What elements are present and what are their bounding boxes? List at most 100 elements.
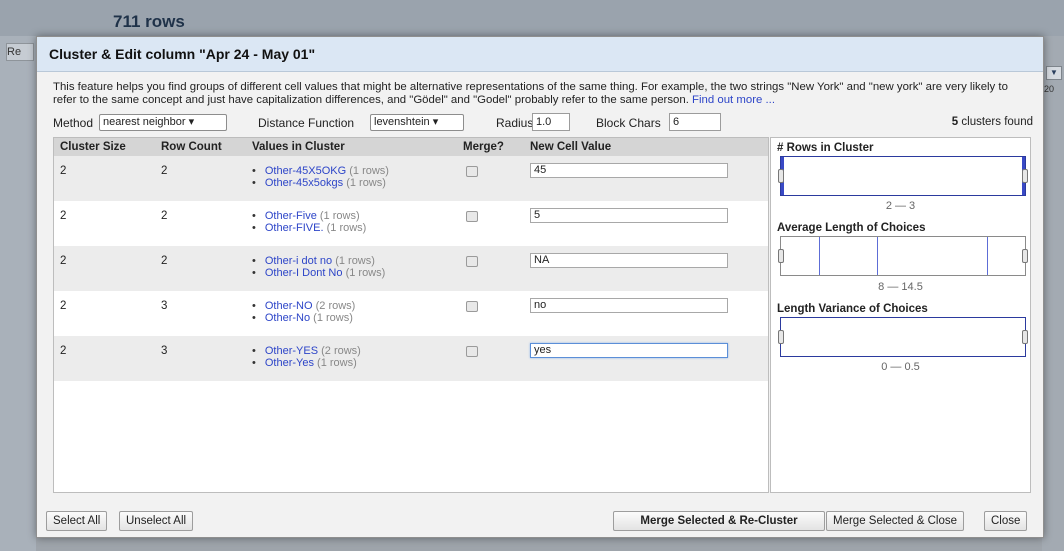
- radius-input[interactable]: 1.0: [532, 113, 570, 131]
- unselect-all-button[interactable]: Unselect All: [119, 511, 194, 531]
- clusters-count: 5: [951, 116, 959, 128]
- cluster-value[interactable]: Other-Five: [265, 210, 317, 222]
- list-item: Other-Yes (1 rows): [252, 357, 361, 369]
- value-row-count: (2 rows): [315, 300, 356, 312]
- merge-close-button[interactable]: Merge Selected & Close: [826, 511, 965, 531]
- row-count: 3: [161, 300, 168, 312]
- list-item: Other-45x5okgs (1 rows): [252, 177, 389, 189]
- distance-value: levenshtein: [374, 116, 430, 128]
- feature-description: This feature helps you find groups of di…: [53, 81, 1033, 107]
- avg-length-histogram[interactable]: [778, 236, 1028, 276]
- facet-title-rows: # Rows in Cluster: [777, 142, 874, 154]
- dropdown-arrow-icon[interactable]: ▼: [1046, 66, 1062, 80]
- radius-label: Radius: [496, 116, 534, 130]
- merge-checkbox[interactable]: [466, 211, 478, 222]
- close-button[interactable]: Close: [984, 511, 1028, 531]
- range-handle-left[interactable]: [778, 169, 784, 183]
- rows-histogram[interactable]: [778, 156, 1028, 196]
- row-count: 2: [161, 165, 168, 177]
- left-panel: [0, 36, 36, 551]
- distance-select[interactable]: levenshtein ▾: [370, 114, 464, 131]
- right-column: ▼ 20: [1042, 36, 1064, 551]
- merge-checkbox[interactable]: [466, 256, 478, 267]
- value-row-count: (1 rows): [346, 177, 386, 189]
- new-cell-value-input[interactable]: 45: [530, 163, 728, 178]
- method-label: Method: [53, 116, 94, 130]
- merge-checkbox[interactable]: [466, 166, 478, 177]
- values-list: Other-YES (2 rows) Other-Yes (1 rows): [252, 345, 361, 369]
- block-chars-label: Block Chars: [596, 116, 661, 130]
- select-all-button[interactable]: Select All: [46, 511, 108, 531]
- range-handle-right[interactable]: [1022, 330, 1028, 344]
- cluster-value[interactable]: Other-YES: [265, 345, 318, 357]
- block-chars-input[interactable]: 6: [669, 113, 721, 131]
- value-row-count: (1 rows): [317, 357, 357, 369]
- value-row-count: (1 rows): [335, 255, 375, 267]
- cluster-size: 2: [60, 255, 67, 267]
- chevron-down-icon: ▾: [188, 116, 195, 128]
- facet-range-variance: 0 — 0.5: [881, 361, 920, 373]
- chevron-down-icon: ▾: [432, 116, 439, 128]
- merge-recluster-button[interactable]: Merge Selected & Re-Cluster: [613, 511, 825, 531]
- variance-histogram[interactable]: [778, 317, 1028, 357]
- left-partial-button[interactable]: Re: [6, 43, 34, 61]
- row-count: 2: [161, 255, 168, 267]
- value-row-count: (1 rows): [345, 267, 386, 279]
- cluster-value[interactable]: Other-NO: [265, 300, 313, 312]
- table-row: 2 3 Other-NO (2 rows) Other-No (1 rows) …: [54, 291, 768, 336]
- cluster-size: 2: [60, 165, 67, 177]
- cluster-size: 2: [60, 345, 67, 357]
- range-handle-left[interactable]: [778, 330, 784, 344]
- value-row-count: (2 rows): [321, 345, 361, 357]
- new-cell-value-input[interactable]: 5: [530, 208, 728, 223]
- find-out-more-link[interactable]: Find out more ...: [692, 94, 775, 106]
- new-cell-value-input[interactable]: no: [530, 298, 728, 313]
- list-item: Other-YES (2 rows): [252, 345, 361, 357]
- cluster-edit-dialog: Cluster & Edit column "Apr 24 - May 01" …: [36, 36, 1044, 538]
- list-item: Other-FIVE. (1 rows): [252, 222, 366, 234]
- cluster-value[interactable]: Other-i dot no: [265, 255, 332, 267]
- table-row: 2 2 Other-Five (1 rows) Other-FIVE. (1 r…: [54, 201, 768, 246]
- list-item: Other-45X5OKG (1 rows): [252, 165, 389, 177]
- cluster-value[interactable]: Other-No: [265, 312, 310, 324]
- histogram-bar: [819, 237, 820, 275]
- description-text: This feature helps you find groups of di…: [53, 81, 1008, 106]
- method-select[interactable]: nearest neighbor ▾: [99, 114, 227, 131]
- cluster-size: 2: [60, 210, 67, 222]
- merge-checkbox[interactable]: [466, 301, 478, 312]
- row-count: 3: [161, 345, 168, 357]
- facets-panel: # Rows in Cluster 2 — 3 Average Length o…: [770, 137, 1031, 493]
- list-item: Other-i dot no (1 rows): [252, 255, 385, 267]
- range-handle-right[interactable]: [1022, 249, 1028, 263]
- new-cell-value-input[interactable]: yes: [530, 343, 728, 358]
- values-list: Other-Five (1 rows) Other-FIVE. (1 rows): [252, 210, 366, 234]
- facet-title-avg-length: Average Length of Choices: [777, 222, 926, 234]
- list-item: Other-NO (2 rows): [252, 300, 355, 312]
- row-count-label: 711 rows: [113, 12, 185, 31]
- range-handle-right[interactable]: [1022, 169, 1028, 183]
- table-row: 2 3 Other-YES (2 rows) Other-Yes (1 rows…: [54, 336, 768, 381]
- cluster-value[interactable]: Other-45x5okgs: [265, 177, 343, 189]
- facet-title-variance: Length Variance of Choices: [777, 303, 928, 315]
- cluster-value[interactable]: Other-45X5OKG: [265, 165, 346, 177]
- new-cell-value-input[interactable]: NA: [530, 253, 728, 268]
- partial-value: 20: [1044, 84, 1055, 94]
- header-row-count: Row Count: [161, 141, 222, 153]
- cluster-value[interactable]: Other-Yes: [265, 357, 314, 369]
- value-row-count: (1 rows): [349, 165, 389, 177]
- histogram-bar: [877, 237, 878, 275]
- list-item: Other-No (1 rows): [252, 312, 355, 324]
- list-item: Other-I Dont No (1 rows): [252, 267, 385, 279]
- values-list: Other-45X5OKG (1 rows) Other-45x5okgs (1…: [252, 165, 389, 189]
- clusters-found: 5 clusters found: [952, 116, 1033, 128]
- header-merge: Merge?: [463, 141, 504, 153]
- cluster-value[interactable]: Other-FIVE.: [265, 222, 324, 234]
- cluster-value[interactable]: Other-I Dont No: [265, 267, 343, 279]
- merge-checkbox[interactable]: [466, 346, 478, 357]
- clusters-found-label: clusters found: [961, 116, 1033, 128]
- dialog-title: Cluster & Edit column "Apr 24 - May 01": [49, 46, 316, 62]
- range-handle-left[interactable]: [778, 249, 784, 263]
- row-count: 2: [161, 210, 168, 222]
- method-value: nearest neighbor: [103, 116, 186, 128]
- table-header: Cluster Size Row Count Values in Cluster…: [54, 138, 768, 156]
